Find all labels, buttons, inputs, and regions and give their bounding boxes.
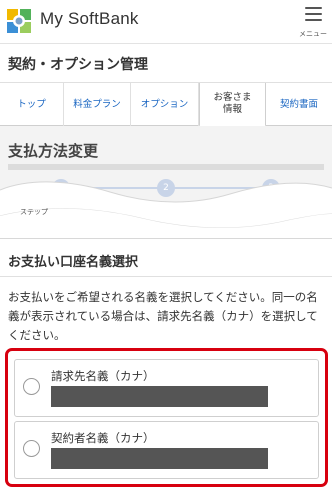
hamburger-icon [305,7,322,9]
radio-button[interactable] [23,440,40,457]
card-title: お支払い口座名義選択 [8,255,139,270]
tab-bar: トップ 料金プラン オプション お客さま 情報 契約書面 [0,82,332,127]
tab-contract-docs[interactable]: 契約書面 [266,83,332,126]
tab-label: オプション [140,98,189,110]
choice-label: 請求先名義（カナ） [51,369,155,383]
tab-label: お客さま 情報 [213,92,252,115]
choice-label: 契約者名義（カナ） [51,431,155,445]
tab-top[interactable]: トップ [0,83,64,126]
hamburger-icon-bar [305,19,322,21]
section-title: 支払方法変更 [8,142,99,160]
tab-label: 料金プラン [73,98,121,110]
tab-label: 契約書面 [279,98,318,110]
redacted-name-bar [51,448,268,469]
tab-label: トップ [17,98,46,110]
app-header: My SoftBank メニュー [0,0,332,44]
radio-button[interactable] [23,378,40,395]
tab-plan[interactable]: 料金プラン [64,83,131,126]
tab-option[interactable]: オプション [131,83,199,126]
section-rule [8,164,324,170]
menu-button[interactable]: メニュー [298,4,328,40]
card-divider [0,276,332,277]
torn-paper-divider [0,181,332,240]
softbank-logo-icon[interactable] [6,8,32,34]
brand-name[interactable]: My SoftBank [40,9,139,29]
menu-label: メニュー [299,30,327,38]
name-choices-highlight: 請求先名義（カナ） 契約者名義（カナ） [5,348,328,487]
redacted-name-bar [51,386,268,407]
card-description: お支払いをご希望される名義を選択してください。同一の名義が表示されている場合は、… [8,290,318,342]
tab-customer-info[interactable]: お客さま 情報 [199,83,266,127]
choice-billing-name[interactable]: 請求先名義（カナ） [14,359,319,417]
page-title: 契約・オプション管理 [8,57,148,73]
hamburger-icon-bar [305,13,322,15]
choice-contract-name[interactable]: 契約者名義（カナ） [14,421,319,479]
step-caption: ステップ [20,208,48,216]
